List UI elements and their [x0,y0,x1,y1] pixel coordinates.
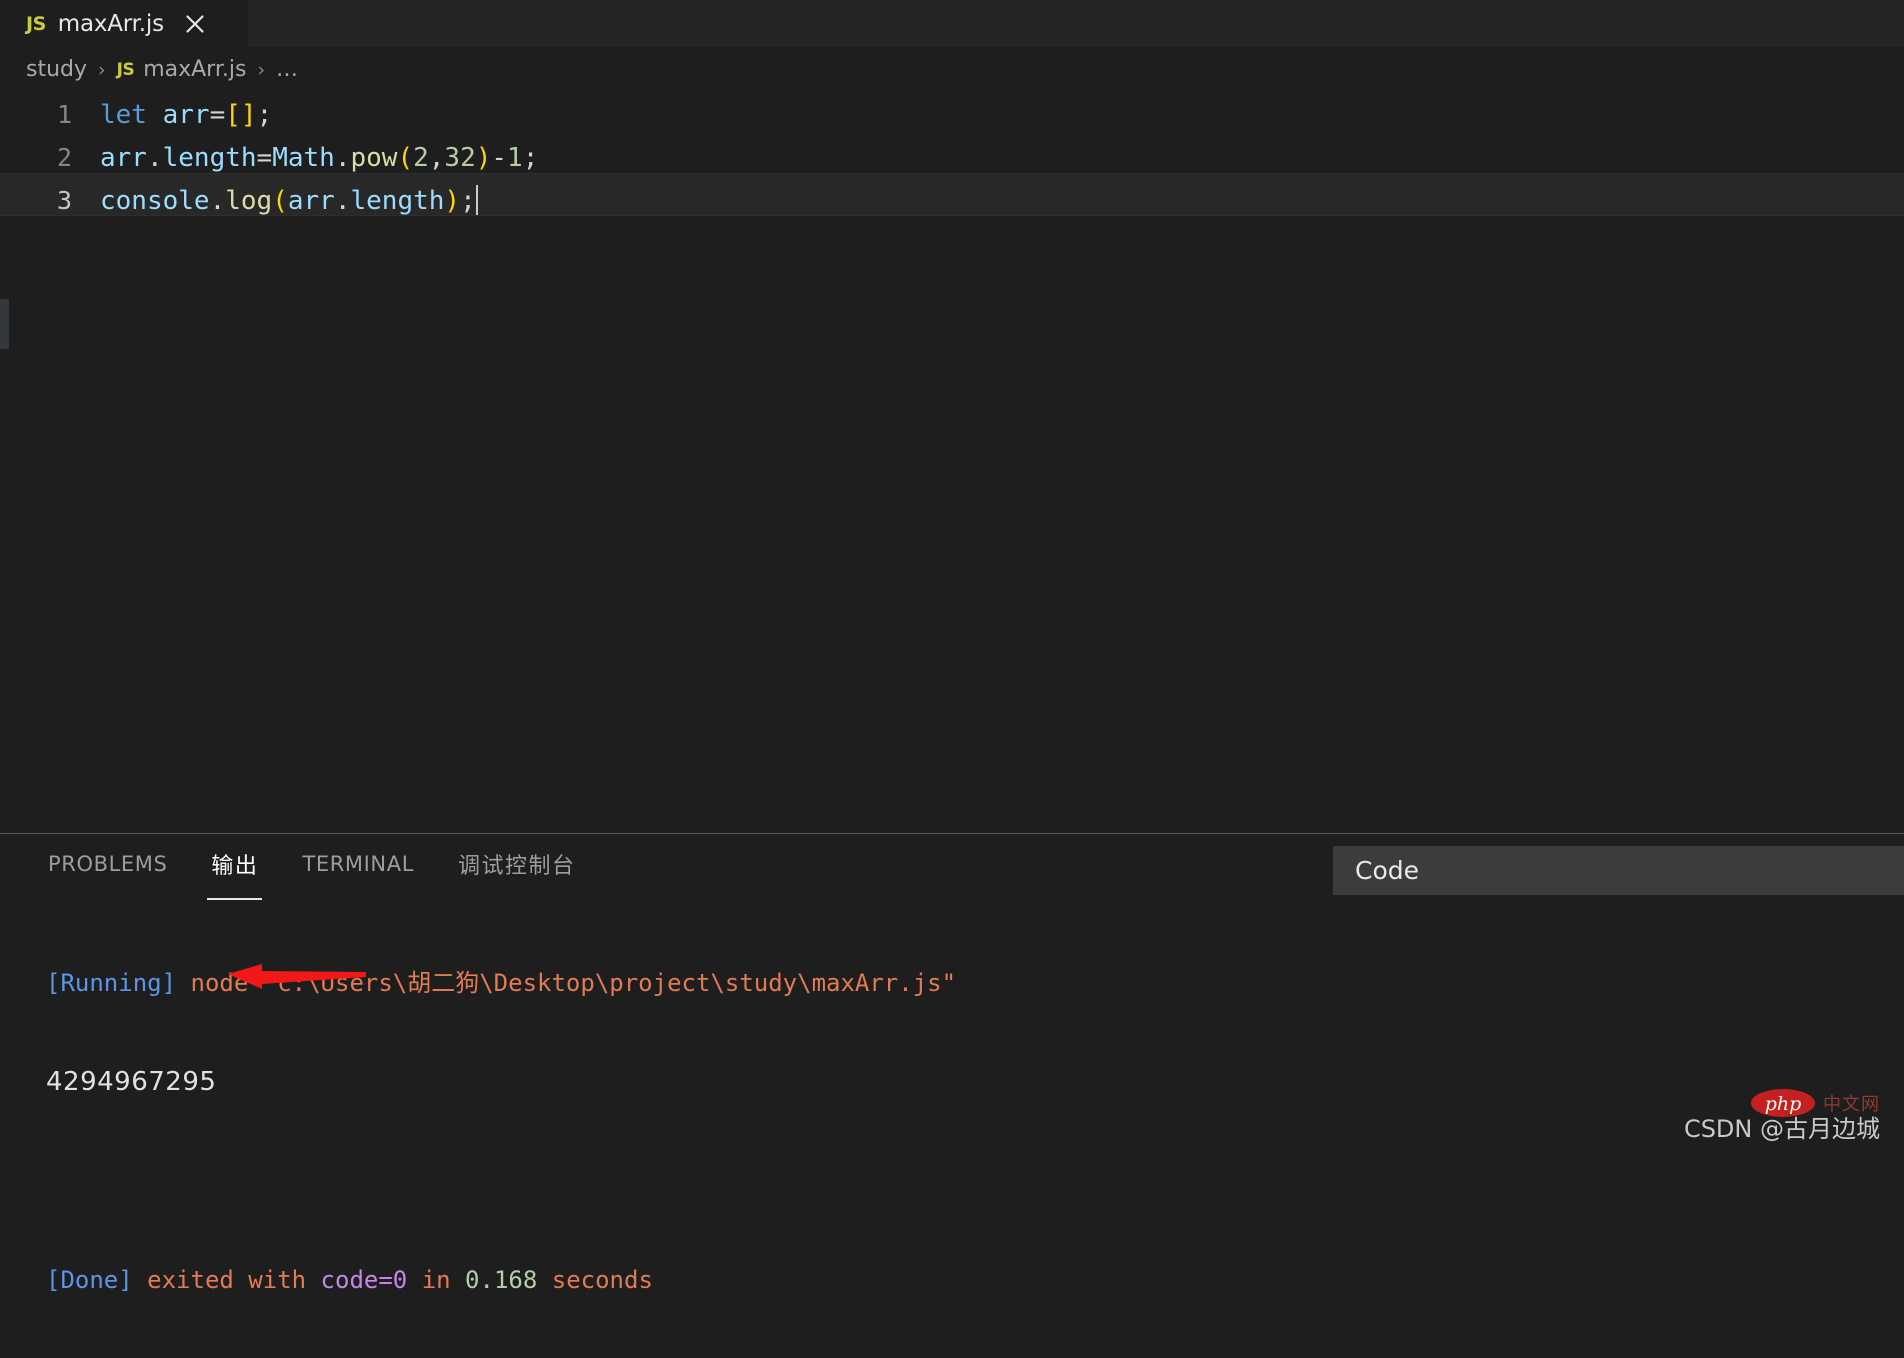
editor-tab-maxarr-js[interactable]: JS maxArr.js [0,0,248,47]
javascript-file-icon: JS [116,59,135,80]
output-channel-select[interactable]: Code [1333,846,1904,895]
code-token: pow [350,142,398,173]
editor-tab-label: maxArr.js [57,10,164,37]
code-line-text: let arr=[]; [100,100,272,130]
breadcrumb-item-study[interactable]: study [26,57,87,82]
panel-tab-输出[interactable]: 输出 [207,848,263,900]
code-line[interactable]: 2 arr.length=Math.pow(2,32)-1; [0,136,1904,179]
breadcrumb-overflow[interactable]: … [276,57,299,82]
code-token: let [100,99,147,130]
code-line-text: console.log(arr.length); [100,185,478,216]
code-token: . [146,142,163,173]
panel-tab-terminal[interactable]: TERMINAL [302,852,414,880]
code-token: console [100,186,210,216]
code-line[interactable]: 1 let arr=[]; [0,93,1904,136]
panel-tab-调试控制台[interactable]: 调试控制台 [458,848,576,884]
code-token: ; [256,99,273,130]
vscode-window: JS maxArr.js study › JS maxArr.js › … 1l… [0,0,1904,1294]
done-text-exited: exited with [132,1266,321,1294]
panel-tab-list: PROBLEMS 输出 TERMINAL 调试控制台 [0,834,620,900]
bottom-panel: PROBLEMS 输出 TERMINAL 调试控制台 Code [Running] n… [0,833,1904,1294]
code-line[interactable]: 3 console.log(arr.length); [0,179,1904,222]
code-token: . [209,186,226,216]
output-line-done: [Done] exited with code=0 in 0.168 secon… [0,1259,1904,1302]
code-line-text: arr.length=Math.pow(2,32)-1; [100,143,538,173]
code-token: . [334,186,351,216]
output-result-value: 4294967295 [46,1067,217,1097]
watermark-csdn: CSDN @古月边城 [1683,1115,1880,1143]
breadcrumb: study › JS maxArr.js › … [0,47,1904,92]
code-token: [] [225,99,257,130]
running-tag: [Running] [46,969,177,997]
code-token: log [225,186,273,216]
code-token: arr [162,99,210,130]
output-channel-value: Code [1355,856,1420,885]
chevron-right-icon: › [257,58,266,81]
done-exit-code: code=0 [320,1266,408,1294]
code-token: 2 [413,142,429,173]
code-token: - [491,142,508,173]
done-text-seconds: seconds [537,1266,653,1294]
code-token: length [350,186,445,216]
code-token: 32 [444,142,476,173]
done-text-in: in [407,1266,466,1294]
done-tag: [Done] [46,1266,133,1294]
editor-vertical-scrollbar[interactable] [0,299,9,349]
breadcrumb-item-file[interactable]: maxArr.js [143,57,246,82]
code-token: ( [272,186,288,216]
code-token: = [209,99,226,130]
code-token: . [334,142,351,173]
close-icon[interactable] [184,13,206,35]
code-editor[interactable]: 1 let arr=[]; 2 arr.length=Math.pow(2,32)-1… [0,92,1904,833]
text-cursor [475,185,478,215]
output-line-result: 4294967295 [0,1061,1904,1104]
code-token: arr [100,142,147,173]
line-number: 1 [56,100,72,129]
code-token: ; [522,142,539,173]
red-arrow-annotation [228,962,366,992]
line-number: 3 [56,186,72,215]
done-duration: 0.168 [465,1266,538,1294]
editor-tab-bar: JS maxArr.js [0,0,1904,47]
code-token: , [428,142,445,173]
code-token: ( [397,142,414,173]
code-token: 1 [507,142,523,173]
code-token: ) [444,186,461,216]
chevron-right-icon: › [98,58,106,81]
line-number: 2 [56,143,72,172]
code-token: ; [460,186,476,216]
output-line-blank [0,1160,1904,1203]
code-token: arr [287,186,335,216]
panel-tab-problems[interactable]: PROBLEMS [48,852,167,880]
javascript-file-icon: JS [26,12,46,35]
code-token: = [256,142,273,173]
code-token: ) [475,142,492,173]
code-token: Math [272,142,335,173]
code-token: length [162,142,257,173]
